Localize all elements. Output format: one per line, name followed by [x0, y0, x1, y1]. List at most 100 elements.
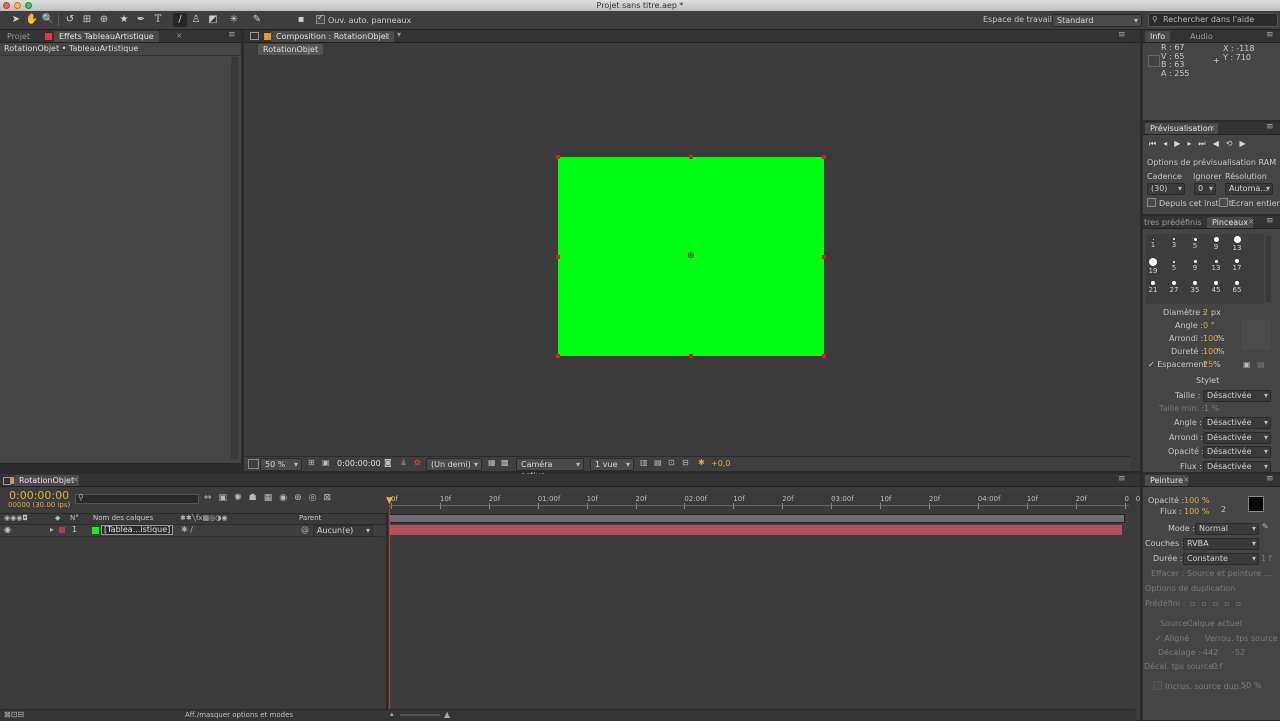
draft-3d-icon[interactable]: ✺: [234, 493, 249, 503]
auto-keyframe-icon[interactable]: ◎: [309, 493, 324, 503]
layer-search-input[interactable]: ⚲: [75, 493, 199, 504]
expand-layer-icon[interactable]: ▸: [50, 525, 54, 534]
snapshot-icon[interactable]: ◙: [384, 458, 392, 467]
layer-handle[interactable]: [556, 354, 560, 358]
paint-flow-value[interactable]: 100 %: [1184, 507, 1209, 516]
tab-composition[interactable]: Composition : RotationObjet: [271, 31, 394, 42]
views-select[interactable]: 1 vue: [590, 458, 634, 471]
paint-opacity-value[interactable]: 100 %: [1184, 496, 1209, 505]
layer-handle[interactable]: [822, 255, 826, 259]
layer-row[interactable]: ◉ ▸ 1 [Tablea...istique] ✱ ∕ @ Aucun(e): [0, 525, 386, 537]
panel-menu-icon[interactable]: ≡: [1266, 475, 1276, 484]
lock-icon[interactable]: [250, 32, 259, 40]
diameter-value[interactable]: 2: [1203, 308, 1208, 317]
ignore-select[interactable]: 0: [1194, 183, 1216, 195]
layer-duration-bar[interactable]: [390, 525, 1122, 535]
flow-stylus-select[interactable]: Désactivée: [1203, 461, 1271, 473]
roto-brush-tool-icon[interactable]: ✳: [227, 13, 241, 27]
layer-label-color[interactable]: [59, 527, 65, 533]
tab-preview[interactable]: Prévisualisation: [1145, 123, 1218, 134]
layer-handle[interactable]: [556, 155, 560, 159]
tab-brushes[interactable]: Pinceaux: [1207, 217, 1253, 228]
eraser-tool-icon[interactable]: ◩: [206, 13, 220, 27]
mode-select[interactable]: Normal: [1195, 523, 1259, 535]
footer-toggle-icons[interactable]: ⊠⊡⊟: [4, 710, 24, 719]
brush-preset[interactable]: 1: [1143, 239, 1163, 249]
close-tab-icon[interactable]: ×: [1183, 475, 1190, 484]
brush-preset[interactable]: 27: [1164, 281, 1184, 294]
spacing-checkbox[interactable]: ✓ Espacement: [1148, 360, 1207, 369]
layer-switches-icon[interactable]: ✱ ∕: [181, 525, 193, 534]
timeline-icon[interactable]: ⊡: [668, 458, 675, 467]
layer-handle[interactable]: [556, 255, 560, 259]
layer-handle[interactable]: [689, 155, 693, 159]
channels-select[interactable]: RVBA: [1183, 538, 1259, 550]
first-frame-icon[interactable]: ⏮: [1149, 139, 1163, 148]
channel-icon[interactable]: ✿: [414, 458, 421, 467]
next-frame-icon[interactable]: ▸: [1187, 139, 1198, 148]
layer-name-column[interactable]: Nom des calques: [93, 514, 153, 522]
region-interest-icon[interactable]: ▦: [488, 458, 496, 467]
auto-open-panels-checkbox[interactable]: ✓ Ouv. auto. panneaux: [316, 13, 411, 25]
brush-preset[interactable]: 17: [1227, 259, 1247, 272]
always-preview-icon[interactable]: [248, 459, 259, 469]
duration-select[interactable]: Constante: [1183, 553, 1259, 565]
full-screen-checkbox[interactable]: Ecran entier: [1219, 198, 1280, 208]
selection-tool-icon[interactable]: ➤: [9, 13, 23, 27]
close-tab-icon[interactable]: ×: [1248, 217, 1255, 226]
toggle-pixel-aspect-icon[interactable]: ▥: [640, 458, 648, 467]
timeline-scrollbar[interactable]: [1129, 493, 1136, 715]
delete-brush-icon[interactable]: ▤: [1257, 360, 1265, 369]
panel-menu-icon[interactable]: ≡: [228, 31, 238, 40]
resolution-select[interactable]: (Un demi): [426, 458, 482, 471]
angle-value[interactable]: 0 °: [1203, 321, 1215, 330]
tab-timeline[interactable]: RotationObjet: [14, 475, 80, 486]
panel-icon[interactable]: ▪: [294, 13, 308, 27]
help-search-input[interactable]: ⚲ Rechercher dans l'aide: [1148, 13, 1278, 27]
tab-audio[interactable]: Audio: [1185, 31, 1218, 42]
opacity-stylus-select[interactable]: Désactivée: [1203, 446, 1271, 458]
roundness-stylus-select[interactable]: Désactivée: [1203, 432, 1271, 444]
loop-icon[interactable]: ⟲: [1226, 139, 1240, 148]
brush-preset[interactable]: 13: [1206, 260, 1226, 272]
brush-tool-icon[interactable]: ∕: [173, 13, 187, 27]
pan-behind-tool-icon[interactable]: ⊕: [97, 13, 111, 27]
zoom-slider[interactable]: [400, 714, 440, 716]
composition-scrollbar[interactable]: [1133, 44, 1138, 469]
hide-shy-icon[interactable]: ☗: [249, 493, 264, 503]
tab-paint[interactable]: Peinture: [1145, 475, 1188, 486]
comp-mini-flowchart-icon[interactable]: ⇔: [204, 493, 219, 503]
hand-tool-icon[interactable]: ✋: [25, 13, 39, 27]
tab-info[interactable]: Info: [1145, 31, 1171, 42]
pen-tool-icon[interactable]: ✒: [134, 13, 148, 27]
fast-previews-icon[interactable]: ▤: [654, 458, 662, 467]
roundness-value[interactable]: 100: [1203, 334, 1218, 343]
brush-preset[interactable]: 3: [1164, 238, 1184, 249]
zoom-tool-icon[interactable]: 🔍: [41, 13, 55, 27]
zoom-out-icon[interactable]: ▴: [390, 710, 394, 718]
rotation-tool-icon[interactable]: ↺: [63, 13, 77, 27]
layer-name[interactable]: [Tablea...istique]: [101, 525, 174, 535]
tab-effects[interactable]: Effets TableauArtistique: [54, 31, 159, 42]
pickwhip-icon[interactable]: @: [301, 525, 309, 534]
live-update-icon[interactable]: ▣: [219, 493, 235, 503]
camera-tool-icon[interactable]: ⊞: [80, 13, 94, 27]
current-time[interactable]: 0:00:00:00: [337, 459, 381, 468]
brush-preset[interactable]: 5: [1185, 238, 1205, 250]
brush-preset[interactable]: 19: [1143, 258, 1163, 275]
region-icon[interactable]: ▣: [322, 458, 330, 467]
panel-menu-icon[interactable]: ≡: [1118, 475, 1128, 484]
exposure-value[interactable]: +0,0: [711, 459, 730, 468]
time-ruler[interactable]: 0f 10f 20f 01:00f 10f 20f 02:00f 10f 20f 03:00f 10…: [389, 493, 1140, 513]
mute-icon[interactable]: ◀: [1213, 139, 1226, 148]
text-tool-icon[interactable]: T: [151, 13, 165, 27]
panel-menu-icon[interactable]: ≡: [1266, 217, 1276, 226]
resolution-select[interactable]: Automa...: [1225, 183, 1273, 195]
eye-icon[interactable]: ◉: [4, 525, 11, 534]
flowchart-icon[interactable]: ⊟: [682, 458, 689, 467]
close-tab-icon[interactable]: ×: [176, 31, 183, 40]
brush-preset[interactable]: 65: [1227, 281, 1247, 294]
brush-grid-scrollbar[interactable]: [1266, 236, 1271, 302]
ram-preview-icon[interactable]: ▶: [1239, 139, 1252, 148]
motion-blur-icon[interactable]: ◉: [279, 493, 294, 503]
